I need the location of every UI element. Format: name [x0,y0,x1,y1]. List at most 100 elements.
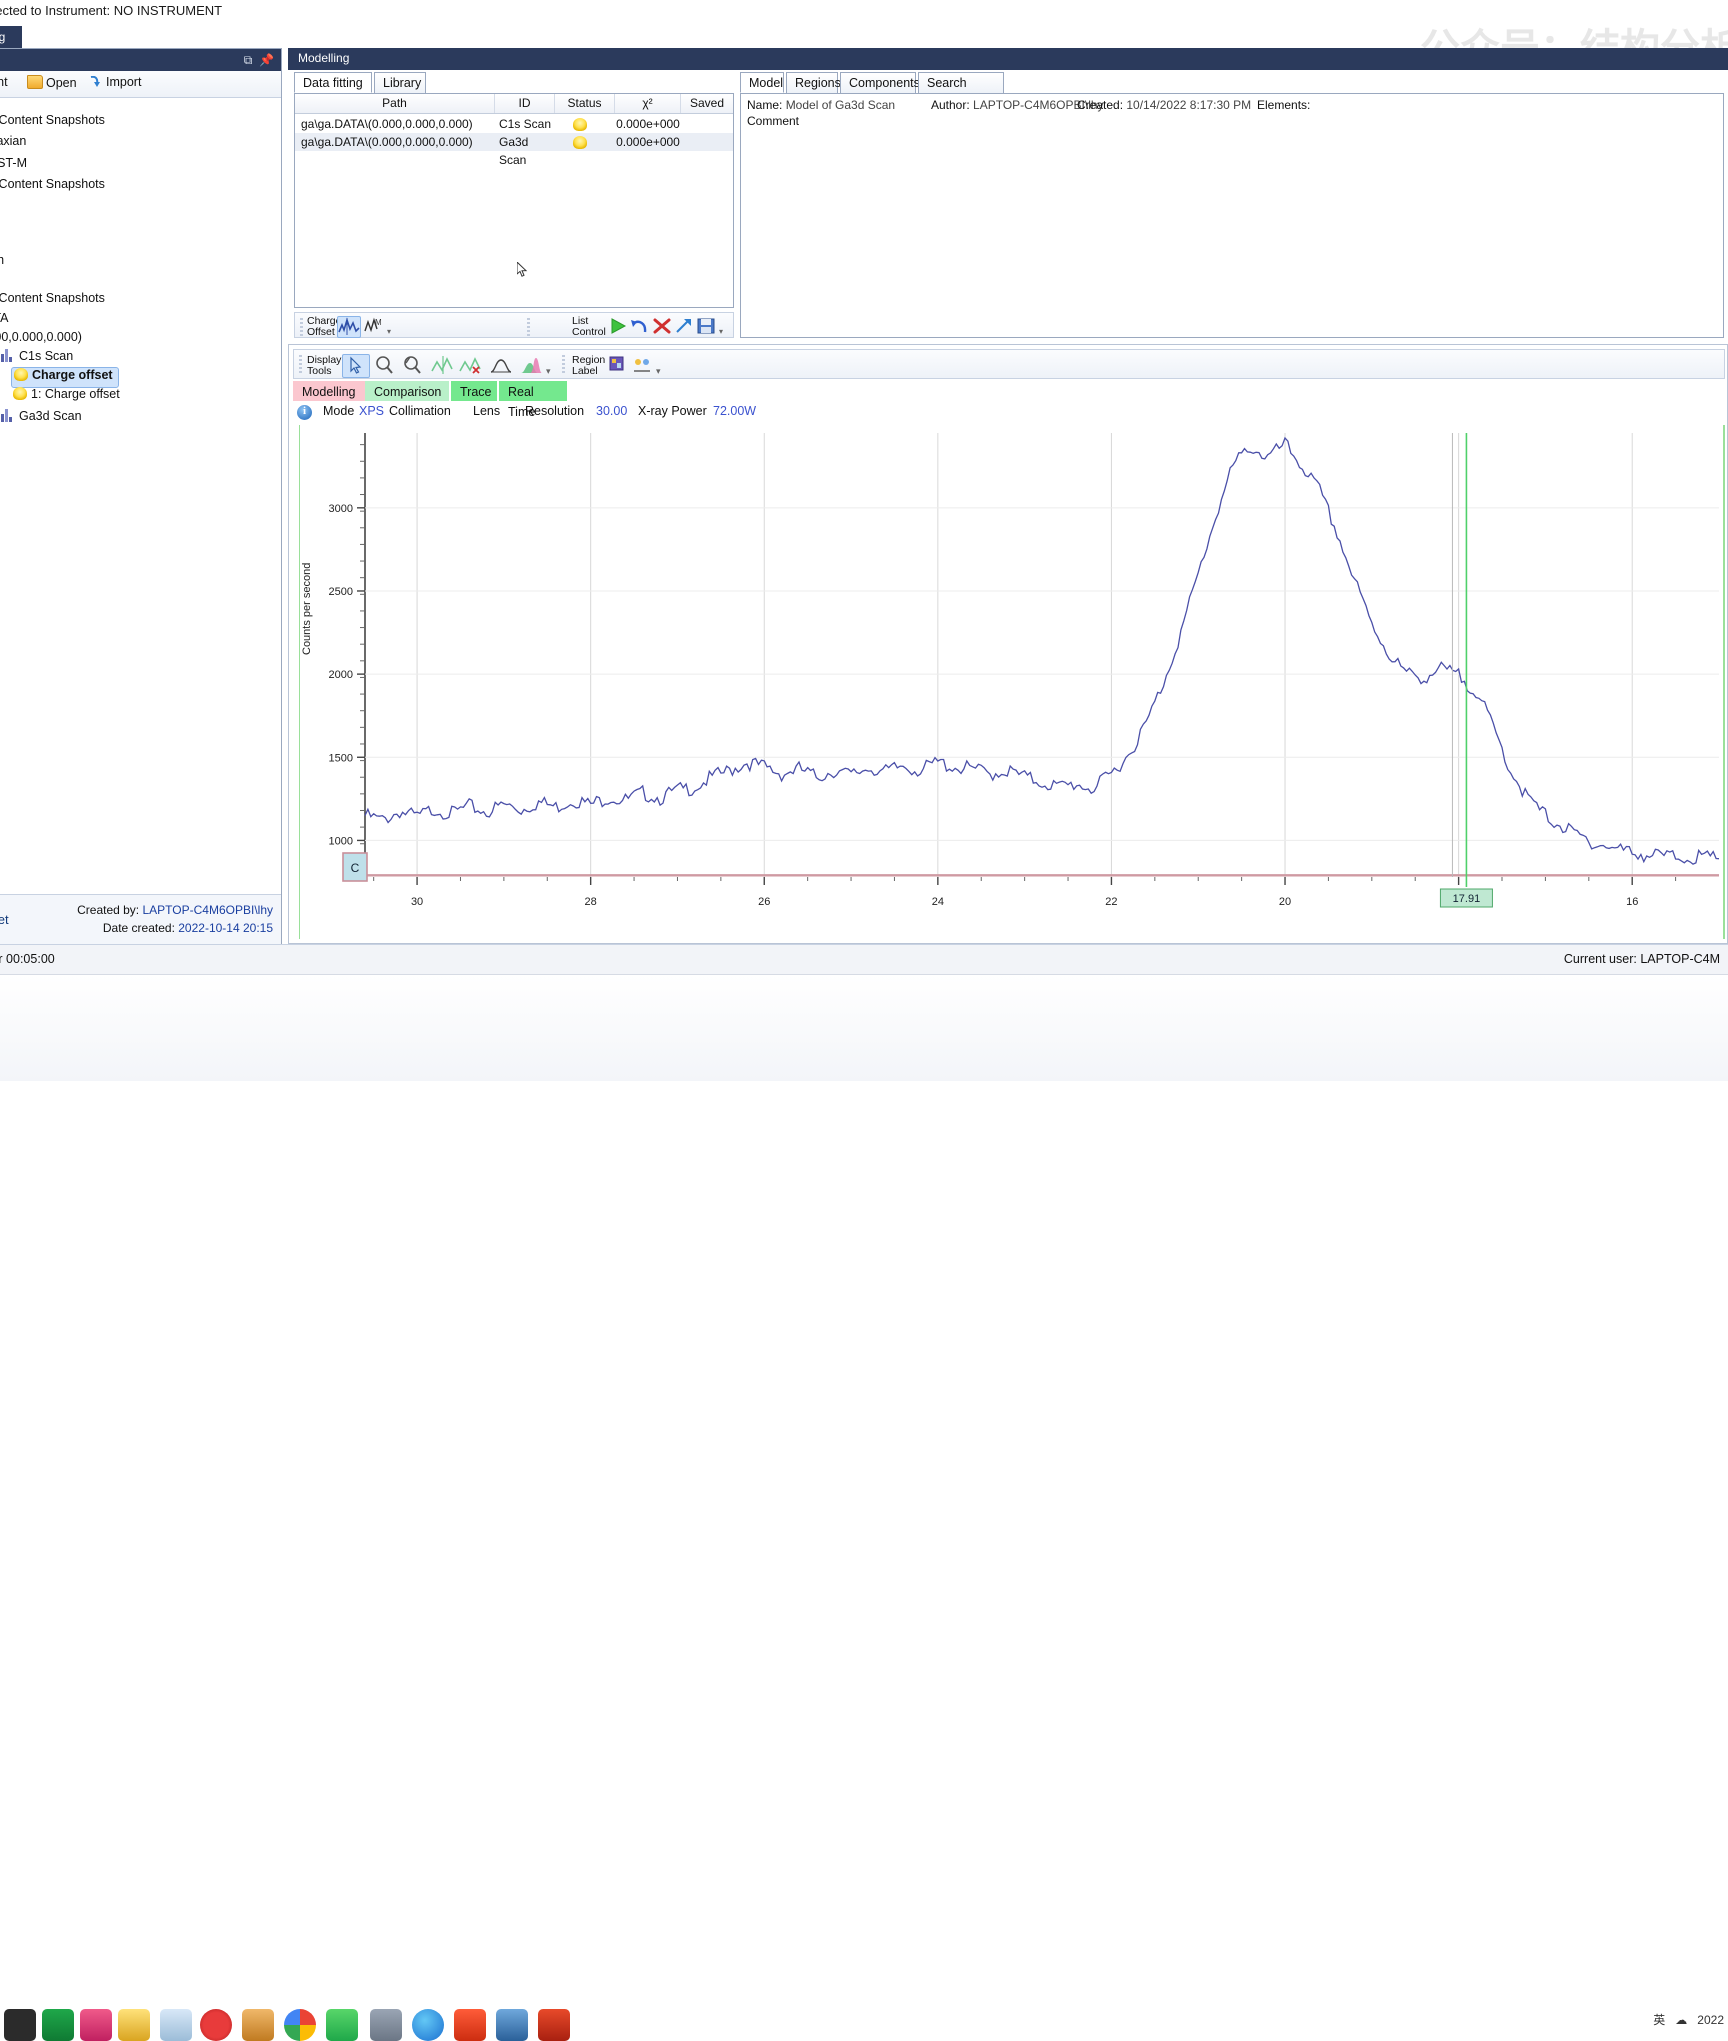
svg-text:1500: 1500 [329,752,353,764]
chart-icon [1,349,15,362]
tray-lang[interactable]: 英 [1653,2013,1665,2027]
add-peak-icon[interactable] [430,354,456,376]
created-by-row: Created by: LAPTOP-C4M6OPBI\lhy [77,903,273,917]
svg-text:30: 30 [411,896,423,908]
tree-item-9[interactable]: 0.000,0.000,0.000) [0,330,82,349]
remove-peak-icon[interactable] [458,354,484,376]
region-label-grip[interactable] [562,355,565,375]
collimation-key: Collimation [389,404,451,418]
save-icon[interactable] [695,316,717,336]
taskbar-icon-stop[interactable] [200,2009,232,2041]
delete-icon[interactable] [651,316,673,336]
taskbar-icon-app9[interactable] [326,2009,358,2041]
tree-item-charge-offset-selected[interactable]: Charge offset [11,367,119,388]
tab-regions[interactable]: Regions [786,72,841,93]
taskbar-icon-app3[interactable] [80,2009,112,2041]
tree-label: ngjiaxian [0,134,27,148]
tab-real-time[interactable]: Real Time [499,381,567,419]
charge-offset-shift-icon[interactable]: M [363,316,385,336]
export-icon[interactable] [673,316,695,336]
fill-peaks-icon[interactable] [518,354,544,376]
col-saved[interactable]: Saved [681,94,733,113]
cell-status [557,133,613,151]
col-status[interactable]: Status [555,94,615,113]
taskbar-icon-app13[interactable] [496,2009,528,2041]
tree-item-0[interactable]: der Content Snapshots [0,113,105,132]
col-path[interactable]: Path [295,94,495,113]
pin-icon[interactable]: 📌 [259,53,274,67]
system-tray[interactable]: 英 ☁ 2022 [1653,2011,1724,2028]
tree-item-6[interactable]: nesh [0,253,4,272]
zoom-in-icon[interactable] [372,354,398,376]
date-created-value: 2022-10-14 20:15 [178,921,273,935]
toolbar-grip[interactable] [300,318,303,338]
tab-components[interactable]: Components [840,72,920,93]
col-chi2[interactable]: χ² [615,94,681,113]
cell-status [557,115,613,133]
tab-library[interactable]: Library [374,72,426,93]
ribbon-tab[interactable]: ng [0,26,22,48]
tab-comparison[interactable]: Comparison [365,381,449,401]
taskbar-icon-explorer[interactable] [42,2009,74,2041]
taskbar-icon-edge[interactable] [412,2009,444,2041]
region-label-icon[interactable] [604,354,630,376]
lens-key: Lens [473,404,501,418]
tab-modelling[interactable]: Modelling [293,381,365,401]
display-tools-grip[interactable] [299,355,302,375]
tree-item-8[interactable]: DATA [0,311,8,330]
tray-date[interactable]: 2022 [1697,2013,1724,2027]
svg-text:1000: 1000 [329,835,353,847]
info-icon [297,405,312,420]
display-tools-dropdown-icon[interactable]: ▾ [546,366,551,377]
restore-icon[interactable]: ⧉ [241,53,255,67]
taskbar-icon-start[interactable] [4,2009,36,2041]
taskbar-icon-chrome[interactable] [284,2009,316,2041]
region-label-extra-icon[interactable] [630,354,656,376]
tree-item-1[interactable]: ngjiaxian [0,134,26,153]
taskbar-icon-settings[interactable] [370,2009,402,2041]
taskbar-icon-app7[interactable] [242,2009,274,2041]
tree-item-c1s-scan[interactable]: C1s Scan [1,349,73,368]
taskbar-icon-app5[interactable] [160,2009,192,2041]
zoom-out-icon[interactable] [400,354,426,376]
tab-model[interactable]: Model [740,72,784,93]
plot-canvas: 30282624222018161000150020002500300017.9… [329,433,1720,908]
tree-item-2[interactable]: -TEST-M [0,156,27,175]
toolbar-grip-2[interactable] [527,318,530,338]
mouse-cursor-icon [517,262,528,277]
taskbar-icon-app12[interactable] [454,2009,486,2041]
region-label-dropdown-icon[interactable]: ▾ [656,366,661,377]
charge-offset-dropdown-icon[interactable]: ▾ [387,327,391,336]
background-icon[interactable] [488,354,514,376]
left-dock-panel: ⧉ 📌 iment Open Import der Content Snapsh… [0,48,282,948]
tab-search-results[interactable]: Search Results [918,72,1004,111]
tab-trace[interactable]: Trace [451,381,497,401]
taskbar-icon-avantage[interactable] [538,2009,570,2041]
tree-item-3[interactable]: der Content Snapshots [0,177,105,196]
table-row[interactable]: ga\ga.DATA\(0.000,0.000,0.000) Ga3d Scan… [295,133,733,167]
spectrum-plot[interactable]: Counts per second Binding energy (eV) 30… [293,425,1725,987]
project-tree[interactable]: der Content Snapshots ngjiaxian -TEST-M … [0,99,281,899]
connection-status: nected to Instrument: NO INSTRUMENT [0,3,223,18]
fitting-grid[interactable]: Path ID Status χ² Saved ga\ga.DATA\(0.00… [294,93,734,308]
tree-item-7[interactable]: der Content Snapshots [0,291,105,310]
left-dock-info-box: offset Created by: LAPTOP-C4M6OPBI\lhy D… [0,894,281,947]
undo-icon[interactable] [629,316,651,336]
taskbar-icon-app4[interactable] [118,2009,150,2041]
col-id[interactable]: ID [495,94,555,113]
region-label-2: Label [572,365,598,377]
experiment-button[interactable]: iment [0,75,8,89]
list-control-dropdown-icon[interactable]: ▾ [719,327,723,336]
tab-data-fitting[interactable]: Data fitting [294,72,372,93]
open-button[interactable]: Open [27,75,77,90]
current-user: Current user: LAPTOP-C4M [1564,952,1720,966]
charge-offset-peak-icon[interactable] [337,316,361,338]
import-button[interactable]: Import [89,75,141,89]
table-row[interactable]: ga\ga.DATA\(0.000,0.000,0.000) C1s Scan … [295,115,733,133]
open-label: Open [46,76,77,90]
run-icon[interactable] [607,316,629,336]
model-created-row: Created: 10/14/2022 8:17:30 PM [1077,98,1251,112]
tree-item-charge-offset-1[interactable]: 1: Charge offset [13,387,120,406]
pointer-icon[interactable] [342,354,370,378]
tree-item-ga3d-scan[interactable]: Ga3d Scan [1,409,82,428]
